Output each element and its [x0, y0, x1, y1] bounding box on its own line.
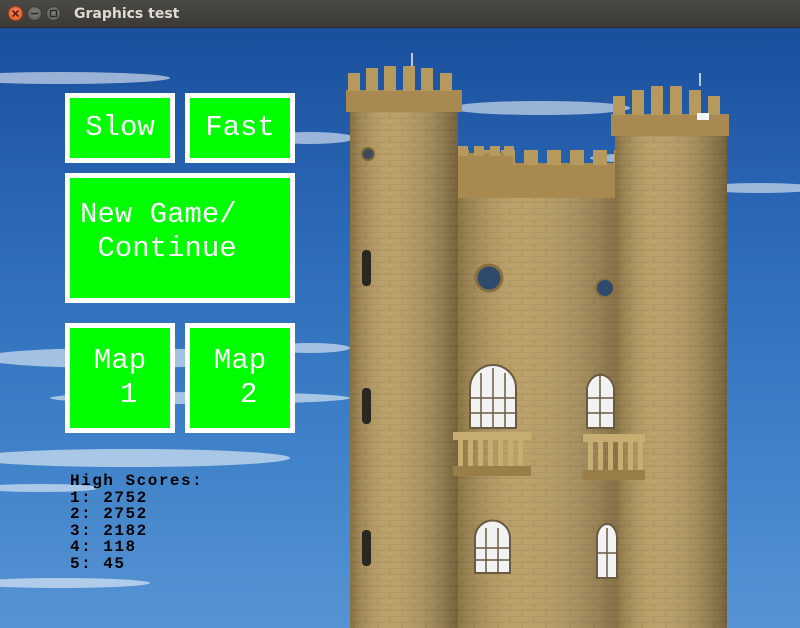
- map-1-button[interactable]: Map 1: [65, 323, 175, 433]
- high-score-entry: 1: 2752: [70, 488, 148, 507]
- close-button[interactable]: [8, 6, 23, 21]
- map-1-button-label: Map 1: [93, 344, 147, 411]
- fast-button[interactable]: Fast: [185, 93, 295, 163]
- minimize-button[interactable]: [27, 6, 42, 21]
- map-2-button-label: Map 2: [213, 344, 267, 411]
- window-title: Graphics test: [74, 6, 180, 22]
- high-scores-heading: High Scores:: [70, 472, 204, 490]
- high-score-entry: 4: 118: [70, 538, 137, 556]
- high-score-entry: 2: 2752: [70, 505, 148, 523]
- minimize-icon: [30, 12, 39, 15]
- title-bar[interactable]: Graphics test: [0, 0, 800, 28]
- maximize-icon: [49, 9, 58, 18]
- new-game-button-label: New Game/ Continue: [80, 198, 237, 265]
- maximize-button[interactable]: [46, 6, 61, 21]
- slow-button[interactable]: Slow: [65, 93, 175, 163]
- app-window: Graphics test Slow Fast New Game/ Contin…: [0, 0, 800, 628]
- game-canvas[interactable]: Slow Fast New Game/ Continue Map 1 Map 2…: [0, 28, 800, 628]
- close-icon: [12, 10, 19, 17]
- high-scores-panel: High Scores: 1: 2752 2: 2752 3: 2182 4: …: [70, 473, 203, 572]
- new-game-continue-button[interactable]: New Game/ Continue: [65, 173, 295, 303]
- fast-button-label: Fast: [205, 111, 275, 144]
- high-score-entry: 5: 45: [70, 554, 126, 573]
- map-2-button[interactable]: Map 2: [185, 323, 295, 433]
- high-score-entry: 3: 2182: [70, 521, 148, 540]
- slow-button-label: Slow: [85, 111, 155, 144]
